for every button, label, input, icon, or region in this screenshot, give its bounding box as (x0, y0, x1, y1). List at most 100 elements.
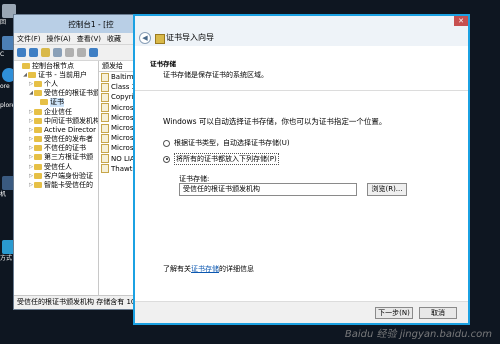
tree-item[interactable]: 证书 (14, 97, 98, 107)
status-bar: 受信任的根证书颁发机构 存储含有 10 个 (14, 295, 138, 309)
show-tree-icon[interactable] (53, 48, 62, 57)
tree-item-label: 受信任人 (44, 162, 72, 171)
menu-file[interactable]: 文件(F) (17, 34, 41, 44)
refresh-icon[interactable] (77, 48, 86, 57)
certificate-icon (101, 103, 109, 113)
list-item-label: Micros (111, 113, 134, 122)
tree-item[interactable]: ▷ 受信任的发布者 (14, 135, 98, 144)
console-tree: 控制台根节点 ◢ 证书 - 当前用户 ▷ 个人 ◢ 受信任的根证书颁 证书 ▷ 企业信任 ▷ 中间证书… (14, 61, 99, 296)
tree-item-label: 智能卡受信任的 (44, 181, 93, 190)
menu-view[interactable]: 查看(V) (77, 34, 101, 44)
tree-item[interactable]: ▷ 受信任人 (14, 162, 98, 171)
tree-item-label: 受信任的发布者 (44, 135, 93, 144)
watermark: Baidu 经验 jingyan.baidu.com (344, 329, 492, 340)
wizard-body: 证书存储 证书存储是保存证书的系统区域。 Windows 可以自动选择证书存储，… (135, 46, 468, 302)
radio-auto-select[interactable]: 根据证书类型，自动选择证书存储(U) (163, 138, 290, 148)
tree-item-label: 控制台根节点 (32, 61, 74, 70)
list-item-label: Baltim (111, 73, 134, 82)
back-arrow-icon[interactable] (17, 48, 26, 57)
tree-item[interactable]: ▷ 第三方根证书颁 (14, 153, 98, 162)
radio-manual-label: 将所有的证书都放入下列存储(P) (174, 153, 279, 165)
certificate-icon (101, 92, 109, 102)
certificate-icon (101, 154, 109, 164)
list-item-label: Copyri (111, 93, 134, 102)
tree-item-label: 企业信任 (44, 107, 72, 116)
tree-item[interactable]: ▷ Active Director (14, 125, 98, 134)
folder-icon (28, 71, 36, 78)
certificate-icon (101, 133, 109, 143)
wizard-titlebar: ✕ ◀ 证书导入向导 (135, 16, 468, 47)
wizard-footer: 下一步(N) 取消 (135, 301, 468, 323)
tree-item[interactable]: ▷ 不信任的证书 (14, 144, 98, 153)
list-item-label: NO LIA (111, 154, 135, 163)
tree-item-label: 证书 - 当前用户 (38, 70, 87, 79)
close-button[interactable]: ✕ (454, 16, 468, 26)
folder-icon (34, 163, 42, 170)
back-icon[interactable]: ◀ (139, 32, 151, 44)
folder-icon (34, 117, 42, 124)
tree-item-label: 个人 (44, 79, 58, 88)
folder-icon (34, 126, 42, 133)
section-description: 证书存储是保存证书的系统区域。 (163, 71, 268, 79)
certificate-icon (101, 82, 109, 92)
mmc-titlebar[interactable]: 控制台1 - [控 (14, 15, 138, 33)
folder-up-icon[interactable] (41, 48, 50, 57)
tree-item-label: 第三方根证书颁 (44, 153, 93, 162)
section-title: 证书存储 (150, 60, 176, 68)
folder-icon (22, 62, 30, 69)
certificate-icon (101, 72, 109, 82)
folder-icon (34, 136, 42, 143)
tree-item-label: 证书 (50, 97, 64, 107)
next-button[interactable]: 下一步(N) (375, 307, 413, 319)
certificate-icon (155, 34, 165, 44)
folder-icon (40, 99, 48, 106)
intro-text: Windows 可以自动选择证书存储，你也可以为证书指定一个位置。 (163, 117, 387, 126)
menu-action[interactable]: 操作(A) (47, 34, 71, 44)
mmc-toolbar (14, 45, 138, 61)
mmc-window: 控制台1 - [控 文件(F) 操作(A) 查看(V) 收藏 控制台根节点 ◢ 证书… (13, 14, 139, 310)
learn-more-link[interactable]: 证书存储 (191, 265, 219, 273)
mmc-body: 控制台根节点 ◢ 证书 - 当前用户 ▷ 个人 ◢ 受信任的根证书颁 证书 ▷ 企业信任 ▷ 中间证书… (14, 61, 138, 296)
tree-item[interactable]: ▷ 智能卡受信任的 (14, 180, 98, 189)
tree-item[interactable]: 控制台根节点 (14, 61, 98, 70)
wizard-title: 证书导入向导 (166, 33, 214, 42)
radio-manual-store[interactable]: 将所有的证书都放入下列存储(P) (163, 153, 279, 165)
folder-icon (34, 108, 42, 115)
list-item-label: Micros (111, 134, 134, 143)
list-item-label: Micros (111, 103, 134, 112)
tree-item[interactable]: ◢ 受信任的根证书颁 (14, 89, 98, 98)
tree-item-label: 受信任的根证书颁 (44, 89, 98, 98)
tree-item[interactable]: ▷ 客户端身份验证 (14, 171, 98, 180)
folder-icon (34, 182, 42, 189)
export-icon[interactable] (89, 48, 98, 57)
browse-button[interactable]: 浏览(R)... (367, 183, 407, 196)
radio-auto-indicator[interactable] (163, 139, 170, 147)
cancel-button[interactable]: 取消 (419, 307, 457, 319)
tree-item[interactable]: ▷ 企业信任 (14, 107, 98, 116)
certificate-icon (101, 164, 109, 174)
store-field[interactable]: 受信任的根证书颁发机构 (179, 183, 357, 196)
certificate-icon (101, 123, 109, 133)
menu-favorites[interactable]: 收藏 (107, 34, 121, 44)
folder-icon (34, 80, 42, 87)
mmc-title: 控制台1 - [控 (68, 19, 114, 29)
radio-manual-indicator[interactable] (163, 155, 170, 163)
forward-arrow-icon[interactable] (29, 48, 38, 57)
tree-item[interactable]: ▷ 个人 (14, 79, 98, 88)
list-item-label: Micros (111, 124, 134, 133)
tree-item-label: 客户端身份验证 (44, 171, 93, 180)
mmc-menubar: 文件(F) 操作(A) 查看(V) 收藏 (14, 33, 138, 45)
folder-icon (34, 145, 42, 152)
certificate-icon (101, 113, 109, 123)
learn-more: 了解有关证书存储的详细信息 (163, 265, 254, 273)
certificate-import-wizard: ✕ ◀ 证书导入向导 证书存储 证书存储是保存证书的系统区域。 Windows … (133, 14, 470, 325)
tree-item-label: Active Director (44, 125, 96, 134)
tree-item[interactable]: ◢ 证书 - 当前用户 (14, 70, 98, 79)
folder-icon (34, 154, 42, 161)
copy-icon[interactable] (65, 48, 74, 57)
tree-item-label: 不信任的证书 (44, 144, 86, 153)
tree-item[interactable]: ▷ 中间证书颁发机构 (14, 116, 98, 125)
wizard-header: 证书存储 证书存储是保存证书的系统区域。 (135, 46, 468, 91)
tree-item-label: 中间证书颁发机构 (44, 116, 98, 125)
certificate-icon (101, 143, 109, 153)
